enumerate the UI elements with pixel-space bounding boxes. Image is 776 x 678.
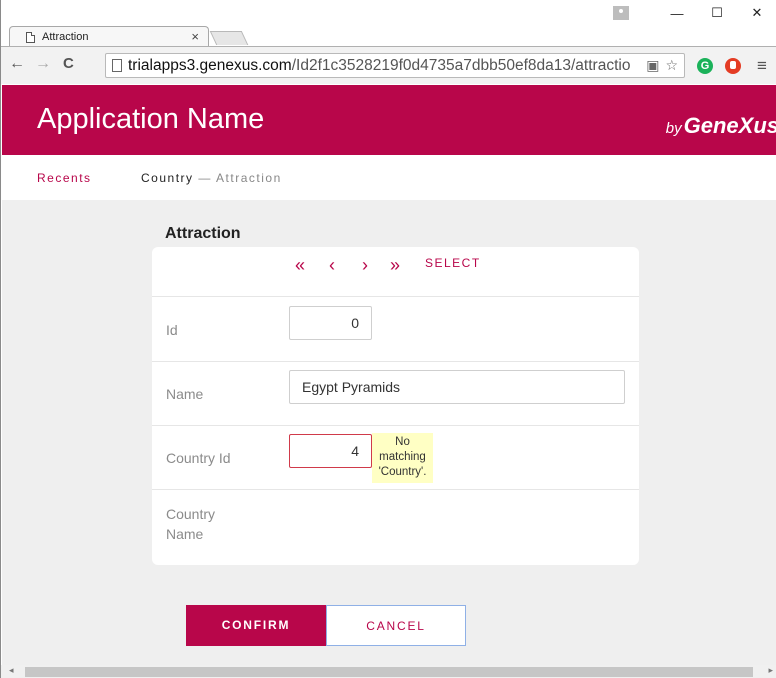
app-title: Application Name bbox=[37, 103, 265, 135]
horizontal-scrollbar[interactable]: ◂ ▸ bbox=[1, 665, 776, 678]
breadcrumb-separator: — bbox=[193, 171, 217, 185]
address-bar[interactable]: trialapps3.genexus.com/Id2f1c3528219f0d4… bbox=[105, 53, 685, 78]
form-card: « ‹ › » SELECT Id 0 Name Egypt Pyramids … bbox=[152, 247, 639, 565]
select-button[interactable]: SELECT bbox=[425, 256, 481, 270]
tab-title: Attraction bbox=[42, 31, 89, 43]
id-label: Id bbox=[166, 322, 178, 338]
scroll-left-icon[interactable]: ◂ bbox=[9, 665, 14, 676]
page-icon bbox=[26, 32, 35, 43]
cancel-button[interactable]: CANCEL bbox=[326, 605, 466, 646]
url-text: trialapps3.genexus.com/Id2f1c3528219f0d4… bbox=[128, 57, 636, 75]
last-record-icon[interactable]: » bbox=[390, 255, 400, 276]
country-name-label-line-2: Name bbox=[166, 526, 204, 542]
maximize-button[interactable]: ☐ bbox=[697, 5, 737, 21]
close-window-button[interactable]: ✕ bbox=[737, 5, 776, 21]
next-record-icon[interactable]: › bbox=[362, 255, 368, 276]
browser-toolbar: ← → C trialapps3.genexus.com/Id2f1c35282… bbox=[1, 46, 776, 84]
genexus-logo: byGeneXus bbox=[666, 113, 776, 139]
recents-link[interactable]: Recents bbox=[37, 171, 92, 185]
app-header: Application Name byGeneXus bbox=[2, 85, 776, 155]
breadcrumb-country[interactable]: Country bbox=[141, 171, 194, 185]
error-text-line-1: No bbox=[395, 436, 410, 448]
country-name-label: Country Name bbox=[166, 504, 215, 544]
tab-strip: Attraction × — ☐ ✕ bbox=[1, 0, 776, 46]
country-name-row: Country Name bbox=[152, 490, 639, 554]
name-row: Name Egypt Pyramids bbox=[152, 362, 639, 426]
document-icon bbox=[112, 59, 122, 72]
browser-window: Attraction × — ☐ ✕ ← → C trialapps3.gene… bbox=[0, 0, 776, 678]
brand-by: by bbox=[665, 120, 682, 137]
profile-icon[interactable] bbox=[613, 6, 629, 20]
name-label: Name bbox=[166, 386, 204, 402]
scrollbar-thumb[interactable] bbox=[25, 667, 753, 677]
id-row: Id 0 bbox=[152, 298, 639, 362]
new-tab-button[interactable] bbox=[209, 31, 249, 45]
tab-close-icon[interactable]: × bbox=[191, 29, 199, 44]
url-path: /Id2f1c3528219f0d4735a7dbb50ef8da13/attr… bbox=[291, 57, 631, 74]
error-tooltip: No matching 'Country'. bbox=[372, 433, 433, 483]
form-title: Attraction bbox=[165, 225, 241, 242]
scroll-right-icon[interactable]: ▸ bbox=[768, 665, 773, 676]
country-id-label: Country Id bbox=[166, 450, 231, 466]
adblock-extension-icon[interactable] bbox=[725, 58, 741, 74]
minimize-button[interactable]: — bbox=[657, 6, 697, 21]
previous-record-icon[interactable]: ‹ bbox=[329, 255, 335, 276]
country-id-field[interactable]: 4 bbox=[289, 434, 372, 468]
window-controls: — ☐ ✕ bbox=[613, 0, 776, 26]
first-record-icon[interactable]: « bbox=[295, 255, 305, 276]
web-page: Application Name byGeneXus Recents Count… bbox=[2, 85, 776, 665]
name-field[interactable]: Egypt Pyramids bbox=[289, 370, 625, 404]
record-navigation: « ‹ › » SELECT bbox=[152, 247, 639, 297]
forward-icon[interactable]: → bbox=[35, 55, 51, 73]
breadcrumb-bar: Recents Country — Attraction bbox=[2, 155, 776, 200]
browser-tab[interactable]: Attraction × bbox=[9, 26, 209, 46]
error-text-line-3: 'Country'. bbox=[378, 466, 427, 478]
omnibox-icons: ▣ ☆ bbox=[646, 57, 678, 74]
translate-icon[interactable]: ▣ bbox=[646, 57, 659, 74]
breadcrumb-current: Attraction bbox=[216, 171, 282, 185]
confirm-button[interactable]: CONFIRM bbox=[186, 605, 326, 646]
browser-menu-icon[interactable]: ≡ bbox=[757, 56, 767, 76]
country-id-row: Country Id 4 No matching 'Country'. bbox=[152, 426, 639, 490]
bookmark-star-icon[interactable]: ☆ bbox=[665, 57, 678, 74]
country-name-label-line-1: Country bbox=[166, 506, 216, 522]
id-field[interactable]: 0 bbox=[289, 306, 372, 340]
grammarly-extension-icon[interactable]: G bbox=[697, 58, 713, 74]
error-text-line-2: matching bbox=[379, 451, 426, 463]
url-host: trialapps3.genexus.com bbox=[128, 57, 292, 74]
breadcrumb: Country — Attraction bbox=[141, 171, 282, 185]
reload-icon[interactable]: C bbox=[63, 55, 74, 72]
brand-name: GeneXus bbox=[683, 113, 776, 138]
back-icon[interactable]: ← bbox=[9, 55, 25, 73]
